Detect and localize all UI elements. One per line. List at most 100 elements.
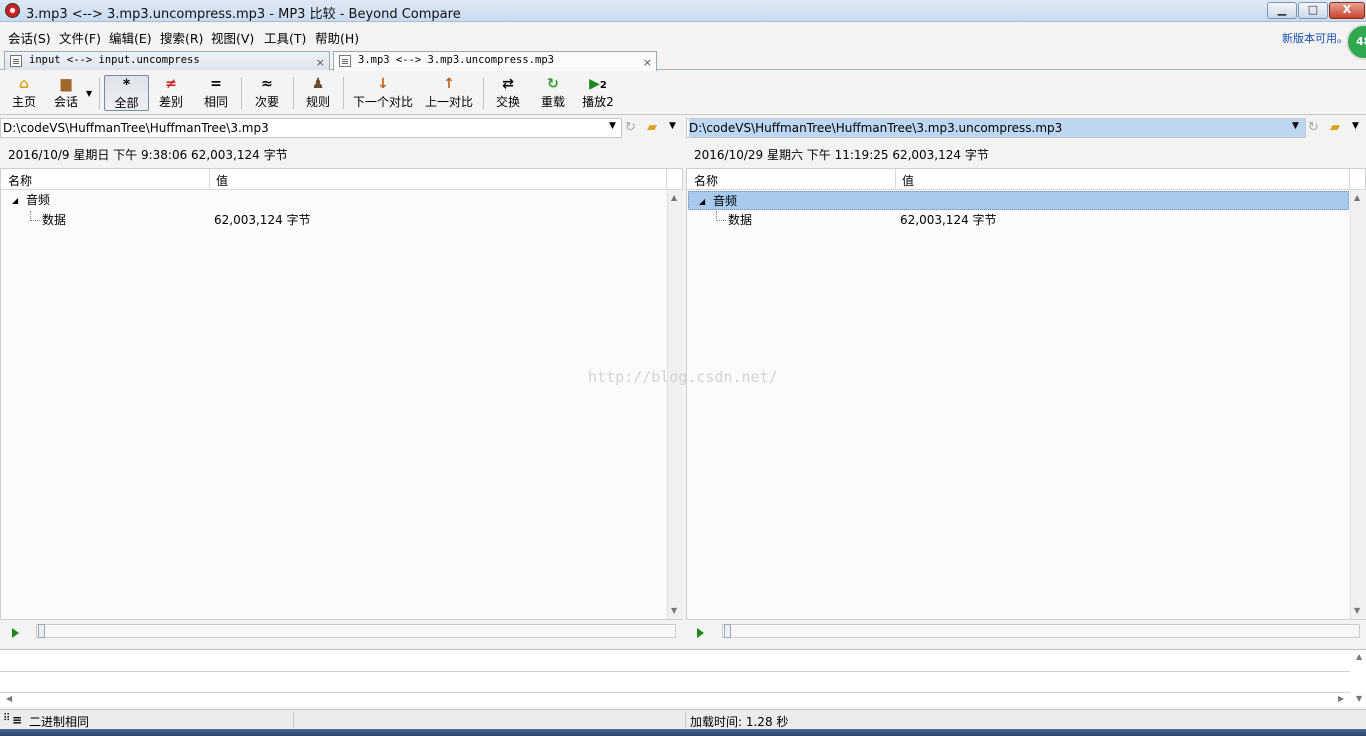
right-position-thumb[interactable] xyxy=(724,624,731,638)
collapse-triangle-icon[interactable]: ◢ xyxy=(699,192,705,211)
detail-pane[interactable]: ▲ ▼ ◀ ▶ xyxy=(0,649,1366,707)
toolbar-separator xyxy=(343,77,344,109)
right-grid-header: 名称 值 xyxy=(687,169,1365,190)
right-path-dropdown-icon[interactable]: ▼ xyxy=(1292,121,1299,131)
briefcase-icon: ▆ xyxy=(60,76,72,92)
tab-mp3-compare[interactable]: 3.mp3 <--> 3.mp3.uncompress.mp3 × xyxy=(333,51,657,71)
tree-connector xyxy=(30,211,40,221)
right-browse-folder-icon[interactable]: ▰ xyxy=(1330,120,1340,135)
toolbar-separator xyxy=(241,77,242,109)
menu-session[interactable]: 会话(S) xyxy=(8,28,51,47)
arrow-down-icon: ↓ xyxy=(377,76,389,92)
document-compare-icon xyxy=(10,55,22,67)
show-diffs-button[interactable]: ≠ 差别 xyxy=(155,75,187,111)
detail-scroll-left-icon[interactable]: ◀ xyxy=(6,694,12,703)
toolbar: ⌂ 主页 ▆ 会话 ▼ * 全部 ≠ 差别 = 相同 ≈ 次要 ♟ 规则 ↓ 下… xyxy=(0,71,1366,115)
table-row[interactable]: ◢ 音频 xyxy=(2,191,666,210)
menu-view[interactable]: 视图(V) xyxy=(211,28,254,47)
status-bar: ⠿ ≡ 二进制相同 加载时间: 1.28 秒 xyxy=(0,709,1366,729)
left-browse-folder-icon[interactable]: ▰ xyxy=(647,120,657,135)
session-tab-bar: input <--> input.uncompress × 3.mp3 <-->… xyxy=(0,50,1366,71)
close-button[interactable]: X xyxy=(1329,2,1365,19)
reload-button[interactable]: ↻ 重载 xyxy=(537,75,569,111)
watermark: http://blog.csdn.net/ xyxy=(588,368,778,386)
menu-file[interactable]: 文件(F) xyxy=(59,28,101,47)
right-history-icon[interactable]: ↻ xyxy=(1308,120,1319,135)
detail-scroll-up-icon[interactable]: ▲ xyxy=(1356,652,1362,661)
column-divider[interactable] xyxy=(1349,169,1350,190)
column-header-name[interactable]: 名称 xyxy=(8,172,32,189)
left-compare-grid[interactable]: 名称 值 ◢ 音频 数据 62,003,124 字节 ▲ ▼ xyxy=(0,168,683,620)
left-play-icon[interactable] xyxy=(12,628,19,638)
left-path-input[interactable]: D:\codeVS\HuffmanTree\HuffmanTree\3.mp3 xyxy=(0,118,622,138)
minimize-button[interactable]: ▁ xyxy=(1267,2,1297,19)
column-divider[interactable] xyxy=(666,169,667,190)
reload-icon: ↻ xyxy=(547,76,559,92)
status-divider xyxy=(293,712,294,728)
asterisk-icon: * xyxy=(122,77,131,93)
show-same-button[interactable]: = 相同 xyxy=(200,75,232,111)
detail-scroll-right-icon[interactable]: ▶ xyxy=(1338,694,1344,703)
right-vertical-scrollbar[interactable]: ▲ ▼ xyxy=(1350,190,1366,619)
play2-button[interactable]: ▶2 播放2 xyxy=(580,75,616,111)
new-version-link[interactable]: 新版本可用。 xyxy=(1282,30,1348,46)
tab-input-compare[interactable]: input <--> input.uncompress × xyxy=(4,51,330,70)
maximize-button[interactable]: □ xyxy=(1298,2,1328,19)
left-history-icon[interactable]: ↻ xyxy=(625,120,636,135)
windows-taskbar xyxy=(0,729,1366,736)
toolbar-separator xyxy=(293,77,294,109)
left-position-slider[interactable] xyxy=(36,624,676,638)
toolbar-separator xyxy=(99,77,100,109)
menu-search[interactable]: 搜索(R) xyxy=(160,28,203,47)
column-header-value[interactable]: 值 xyxy=(216,172,228,189)
left-vertical-scrollbar[interactable]: ▲ ▼ xyxy=(667,190,683,619)
column-divider[interactable] xyxy=(209,169,210,190)
table-row[interactable]: 数据 62,003,124 字节 xyxy=(688,211,1349,230)
minor-diffs-button[interactable]: ≈ 次要 xyxy=(251,75,283,111)
session-dropdown-arrow-icon[interactable]: ▼ xyxy=(86,89,92,98)
home-button[interactable]: ⌂ 主页 xyxy=(8,75,40,111)
status-comparison-result: 二进制相同 xyxy=(29,715,90,729)
drag-grip-icon: ⠿ xyxy=(3,713,11,724)
home-icon: ⌂ xyxy=(18,76,30,92)
menu-edit[interactable]: 编辑(E) xyxy=(109,28,152,47)
left-browse-dropdown-icon[interactable]: ▼ xyxy=(669,121,676,131)
window-title: 3.mp3 <--> 3.mp3.uncompress.mp3 - MP3 比较… xyxy=(26,7,461,22)
tab-label: 3.mp3 <--> 3.mp3.uncompress.mp3 xyxy=(358,54,554,66)
detail-scroll-down-icon[interactable]: ▼ xyxy=(1356,694,1362,703)
menu-help[interactable]: 帮助(H) xyxy=(315,28,359,47)
detail-row-divider xyxy=(0,671,1350,672)
right-browse-dropdown-icon[interactable]: ▼ xyxy=(1352,121,1359,131)
rules-button[interactable]: ♟ 规则 xyxy=(302,75,334,111)
next-diff-button[interactable]: ↓ 下一个对比 xyxy=(352,75,414,111)
tab-label: input <--> input.uncompress xyxy=(29,54,200,66)
left-position-thumb[interactable] xyxy=(38,624,45,638)
column-header-name[interactable]: 名称 xyxy=(694,172,718,189)
right-compare-grid[interactable]: 名称 值 ◢ 音频 数据 62,003,124 字节 ▲ ▼ xyxy=(686,168,1366,620)
session-button[interactable]: ▆ 会话 xyxy=(50,75,82,111)
column-divider[interactable] xyxy=(895,169,896,190)
arrow-up-icon: ↑ xyxy=(443,76,455,92)
table-row[interactable]: ◢ 音频 xyxy=(688,191,1349,210)
swap-button[interactable]: ⇄ 交换 xyxy=(492,75,524,111)
right-position-slider[interactable] xyxy=(722,624,1360,638)
menu-bar: 会话(S) 文件(F) 编辑(E) 搜索(R) 视图(V) 工具(T) 帮助(H… xyxy=(0,24,1366,48)
rules-person-icon: ♟ xyxy=(311,76,325,92)
left-path-dropdown-icon[interactable]: ▼ xyxy=(609,121,616,131)
beyond-compare-app-icon[interactable] xyxy=(5,3,20,18)
table-row[interactable]: 数据 62,003,124 字节 xyxy=(2,211,666,230)
show-all-button[interactable]: * 全部 xyxy=(104,75,149,111)
equal-icon: = xyxy=(210,76,222,92)
right-play-icon[interactable] xyxy=(697,628,704,638)
approx-equal-icon: ≈ xyxy=(261,76,273,92)
binary-same-icon: ≡ xyxy=(12,713,23,727)
column-header-value[interactable]: 值 xyxy=(902,172,914,189)
close-tab-icon[interactable]: × xyxy=(643,54,652,71)
document-compare-icon xyxy=(339,55,351,67)
right-path-input[interactable]: D:\codeVS\HuffmanTree\HuffmanTree\3.mp3.… xyxy=(686,118,1306,138)
prev-diff-button[interactable]: ↑ 上一对比 xyxy=(424,75,474,111)
collapse-triangle-icon[interactable]: ◢ xyxy=(12,191,18,210)
title-bar: 3.mp3 <--> 3.mp3.uncompress.mp3 - MP3 比较… xyxy=(0,0,1366,22)
menu-tools[interactable]: 工具(T) xyxy=(264,28,306,47)
close-tab-icon[interactable]: × xyxy=(316,54,325,71)
